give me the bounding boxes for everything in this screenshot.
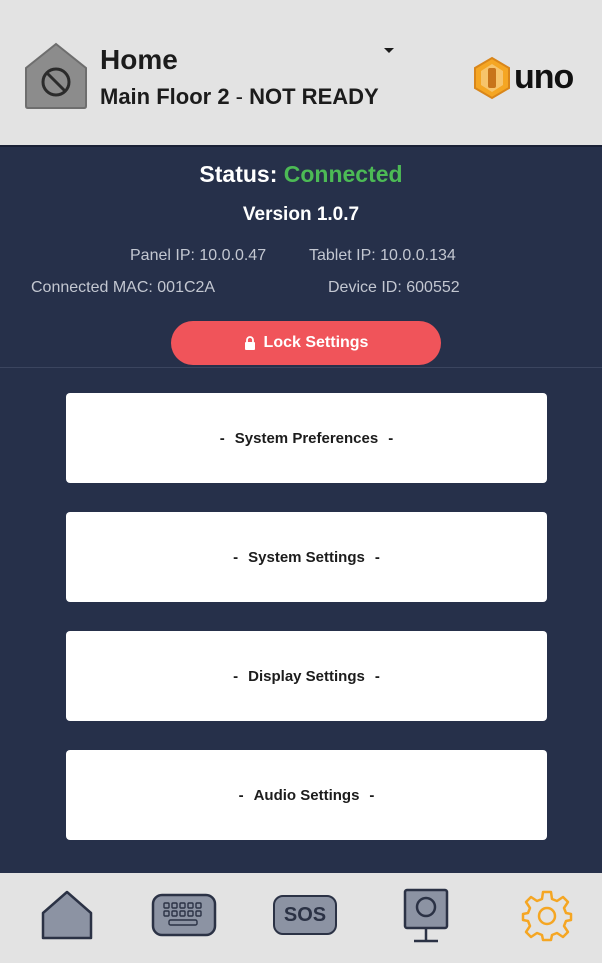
tablet-ip: Tablet IP: 10.0.0.134 <box>309 247 456 264</box>
system-settings-button[interactable]: - System Settings - <box>66 512 547 602</box>
location-subtitle[interactable]: Main Floor 2 - NOT READY <box>100 84 379 110</box>
dash-left: - <box>238 786 244 804</box>
panel-ip: Panel IP: 10.0.0.47 <box>130 247 267 264</box>
camera-icon[interactable] <box>402 887 450 945</box>
arming-state: NOT READY <box>249 84 379 109</box>
uno-logo-icon <box>474 56 510 100</box>
system-settings-label: System Settings <box>248 548 365 566</box>
device-id: Device ID: 600552 <box>328 279 460 296</box>
display-settings-label: Display Settings <box>248 667 365 685</box>
settings-gear-icon[interactable] <box>520 889 574 943</box>
sos-icon[interactable]: SOS <box>273 895 337 935</box>
display-settings-button[interactable]: - Display Settings - <box>66 631 547 721</box>
dash-right: - <box>374 548 380 566</box>
version-text: Version 1.0.7 <box>242 204 360 225</box>
dash-right: - <box>374 667 380 685</box>
connected-mac: Connected MAC: 001C2A <box>31 279 216 296</box>
audio-settings-button[interactable]: - Audio Settings - <box>66 750 547 840</box>
disarmed-home-icon[interactable] <box>24 42 88 110</box>
caret-down-icon[interactable] <box>384 48 394 53</box>
connection-status: Status: Connected <box>0 161 602 188</box>
status-panel: Status: Connected Version 1.0.7 Panel IP… <box>0 145 602 368</box>
system-preferences-label: System Preferences <box>234 429 379 447</box>
header: Home Main Floor 2 - NOT READY uno <box>0 0 602 145</box>
subtitle-separator: - <box>229 84 250 109</box>
lock-icon <box>244 336 255 350</box>
dash-left: - <box>233 667 239 685</box>
page-title[interactable]: Home <box>100 44 178 76</box>
dash-left: - <box>233 548 239 566</box>
dash-right: - <box>369 786 375 804</box>
dash-left: - <box>219 429 225 447</box>
lock-settings-label: Lock Settings <box>263 334 369 351</box>
bottom-nav: SOS <box>0 873 602 963</box>
keypad-icon[interactable] <box>151 893 217 937</box>
sos-label: SOS <box>283 903 327 926</box>
lock-settings-button[interactable]: Lock Settings <box>171 321 441 365</box>
home-icon[interactable] <box>40 889 94 941</box>
status-label: Status: <box>199 161 278 187</box>
audio-settings-label: Audio Settings <box>253 786 360 804</box>
status-value: Connected <box>283 161 403 187</box>
uno-logo: uno <box>472 56 602 100</box>
logo-text: uno <box>514 58 574 96</box>
system-preferences-button[interactable]: - System Preferences - <box>66 393 547 483</box>
location-name: Main Floor 2 <box>100 84 230 109</box>
dash-right: - <box>388 429 394 447</box>
